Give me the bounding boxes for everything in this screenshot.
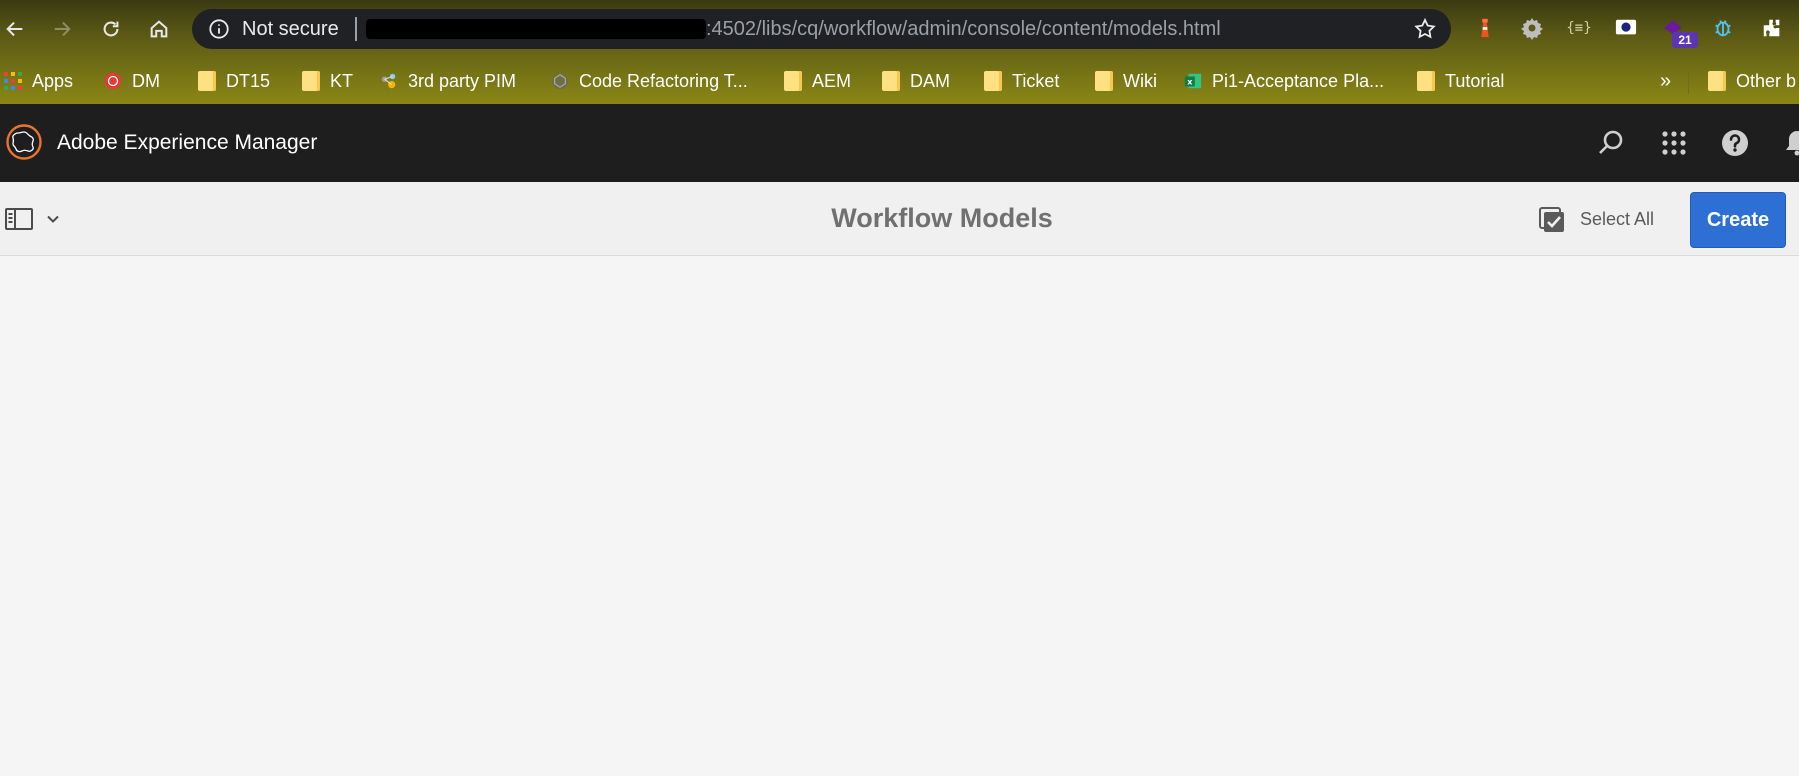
folder-icon xyxy=(1417,71,1435,91)
puzzle-extensions-icon[interactable] xyxy=(1759,15,1785,41)
bookmark-label: DAM xyxy=(910,70,950,91)
help-icon[interactable] xyxy=(1720,128,1750,158)
info-icon[interactable] xyxy=(208,18,230,40)
create-button[interactable]: Create xyxy=(1690,192,1786,248)
bookmarks-overflow-button[interactable]: » xyxy=(1660,66,1671,96)
arrow-left-icon xyxy=(6,21,23,37)
gear-extension-icon[interactable] xyxy=(1519,15,1545,41)
url-text[interactable]: :4502/libs/cq/workflow/admin/console/con… xyxy=(706,18,1221,40)
home-button[interactable] xyxy=(142,12,176,46)
folder-icon xyxy=(882,71,900,91)
bug-extension-icon[interactable] xyxy=(1710,15,1736,41)
bookmark-label: KT xyxy=(330,70,354,91)
bookmark-label: Ticket xyxy=(1012,70,1060,91)
folder-icon xyxy=(198,71,216,91)
reload-button[interactable] xyxy=(94,12,128,46)
address-bar[interactable]: Not secure :4502/libs/cq/workflow/admin/… xyxy=(192,9,1451,49)
bookmark-pi1-acceptance[interactable]: x Pi1-Acceptance Pla... xyxy=(1184,66,1384,96)
lighthouse-extension-icon[interactable] xyxy=(1472,15,1498,41)
action-bar: Workflow Models Select All Create xyxy=(0,182,1799,256)
bookmark-dm[interactable]: DM xyxy=(104,66,160,96)
redacted-host xyxy=(366,19,706,39)
folder-icon xyxy=(1708,71,1726,91)
arrow-right-icon xyxy=(54,21,71,37)
bookmark-3rd-party-pim[interactable]: 3rd party PIM xyxy=(380,66,516,96)
bookmark-other-bookmarks[interactable]: Other b xyxy=(1708,66,1796,96)
home-icon xyxy=(150,20,168,38)
bookmark-label: DM xyxy=(132,70,160,91)
excel-icon: x xyxy=(1184,73,1202,89)
omnibox-divider xyxy=(355,17,357,41)
bookmark-dam[interactable]: DAM xyxy=(882,66,950,96)
pim-icon xyxy=(381,73,396,89)
bookmark-aem[interactable]: AEM xyxy=(784,66,851,96)
bookmark-label: Wiki xyxy=(1123,70,1157,91)
bookmark-label: Other b xyxy=(1736,70,1797,91)
bookmark-label: DT15 xyxy=(226,70,271,91)
solutions-grid-icon[interactable] xyxy=(1659,128,1689,158)
bookmark-label: Tutorial xyxy=(1445,70,1505,91)
apps-grid-icon xyxy=(4,72,22,90)
bookmark-tutorial[interactable]: Tutorial xyxy=(1417,66,1504,96)
product-name[interactable]: Adobe Experience Manager xyxy=(57,131,317,155)
bookmark-label: 3rd party PIM xyxy=(408,70,517,91)
bookmark-wiki[interactable]: Wiki xyxy=(1095,66,1157,96)
bookmark-apps[interactable]: Apps xyxy=(4,66,73,96)
svg-text:x: x xyxy=(1187,77,1193,87)
workflow-models-content-area xyxy=(0,256,1799,776)
folder-icon xyxy=(984,71,1002,91)
browser-chrome: Not secure :4502/libs/cq/workflow/admin/… xyxy=(0,0,1799,104)
bookmark-label: Code Refactoring T... xyxy=(579,70,748,91)
bookmark-label: AEM xyxy=(812,70,852,91)
extension-badge: 21 xyxy=(1672,32,1698,48)
bookmark-ticket[interactable]: Ticket xyxy=(984,66,1059,96)
forward-button[interactable] xyxy=(45,12,79,46)
select-all-label[interactable]: Select All xyxy=(1580,208,1654,230)
bookmark-label: Apps xyxy=(32,70,74,91)
search-icon[interactable] xyxy=(1596,128,1626,158)
reload-icon xyxy=(103,21,119,37)
bookmark-star-icon[interactable] xyxy=(1413,17,1437,41)
folder-icon xyxy=(784,71,802,91)
folder-icon xyxy=(1095,71,1113,91)
bookmark-kt[interactable]: KT xyxy=(302,66,353,96)
overflow-chevron-icon: » xyxy=(1660,69,1672,92)
bookmark-label: Pi1-Acceptance Pla... xyxy=(1212,70,1385,91)
browser-toolbar: Not secure :4502/libs/cq/workflow/admin/… xyxy=(0,0,1799,58)
bookmark-dt15[interactable]: DT15 xyxy=(198,66,270,96)
bookmark-code-refactoring[interactable]: Code Refactoring T... xyxy=(551,66,748,96)
page-title: Workflow Models xyxy=(831,203,1053,233)
screen-capture-extension-icon[interactable] xyxy=(1613,15,1639,41)
select-all-checkbox-icon[interactable] xyxy=(1538,206,1566,234)
security-status[interactable]: Not secure xyxy=(242,18,339,40)
code-refactoring-icon xyxy=(551,72,569,90)
bookmarks-separator xyxy=(1688,72,1689,94)
folder-icon xyxy=(302,71,320,91)
json-extension-icon[interactable]: {≡} xyxy=(1566,15,1592,41)
aem-logo-icon[interactable] xyxy=(6,124,42,160)
back-button[interactable] xyxy=(0,12,32,46)
dm-icon xyxy=(104,72,122,90)
bookmarks-bar: Apps DM DT15 KT 3rd party PIM Code Refac… xyxy=(0,58,1799,104)
notifications-bell-icon[interactable] xyxy=(1782,128,1799,158)
aem-shell-header: Adobe Experience Manager xyxy=(0,104,1799,182)
